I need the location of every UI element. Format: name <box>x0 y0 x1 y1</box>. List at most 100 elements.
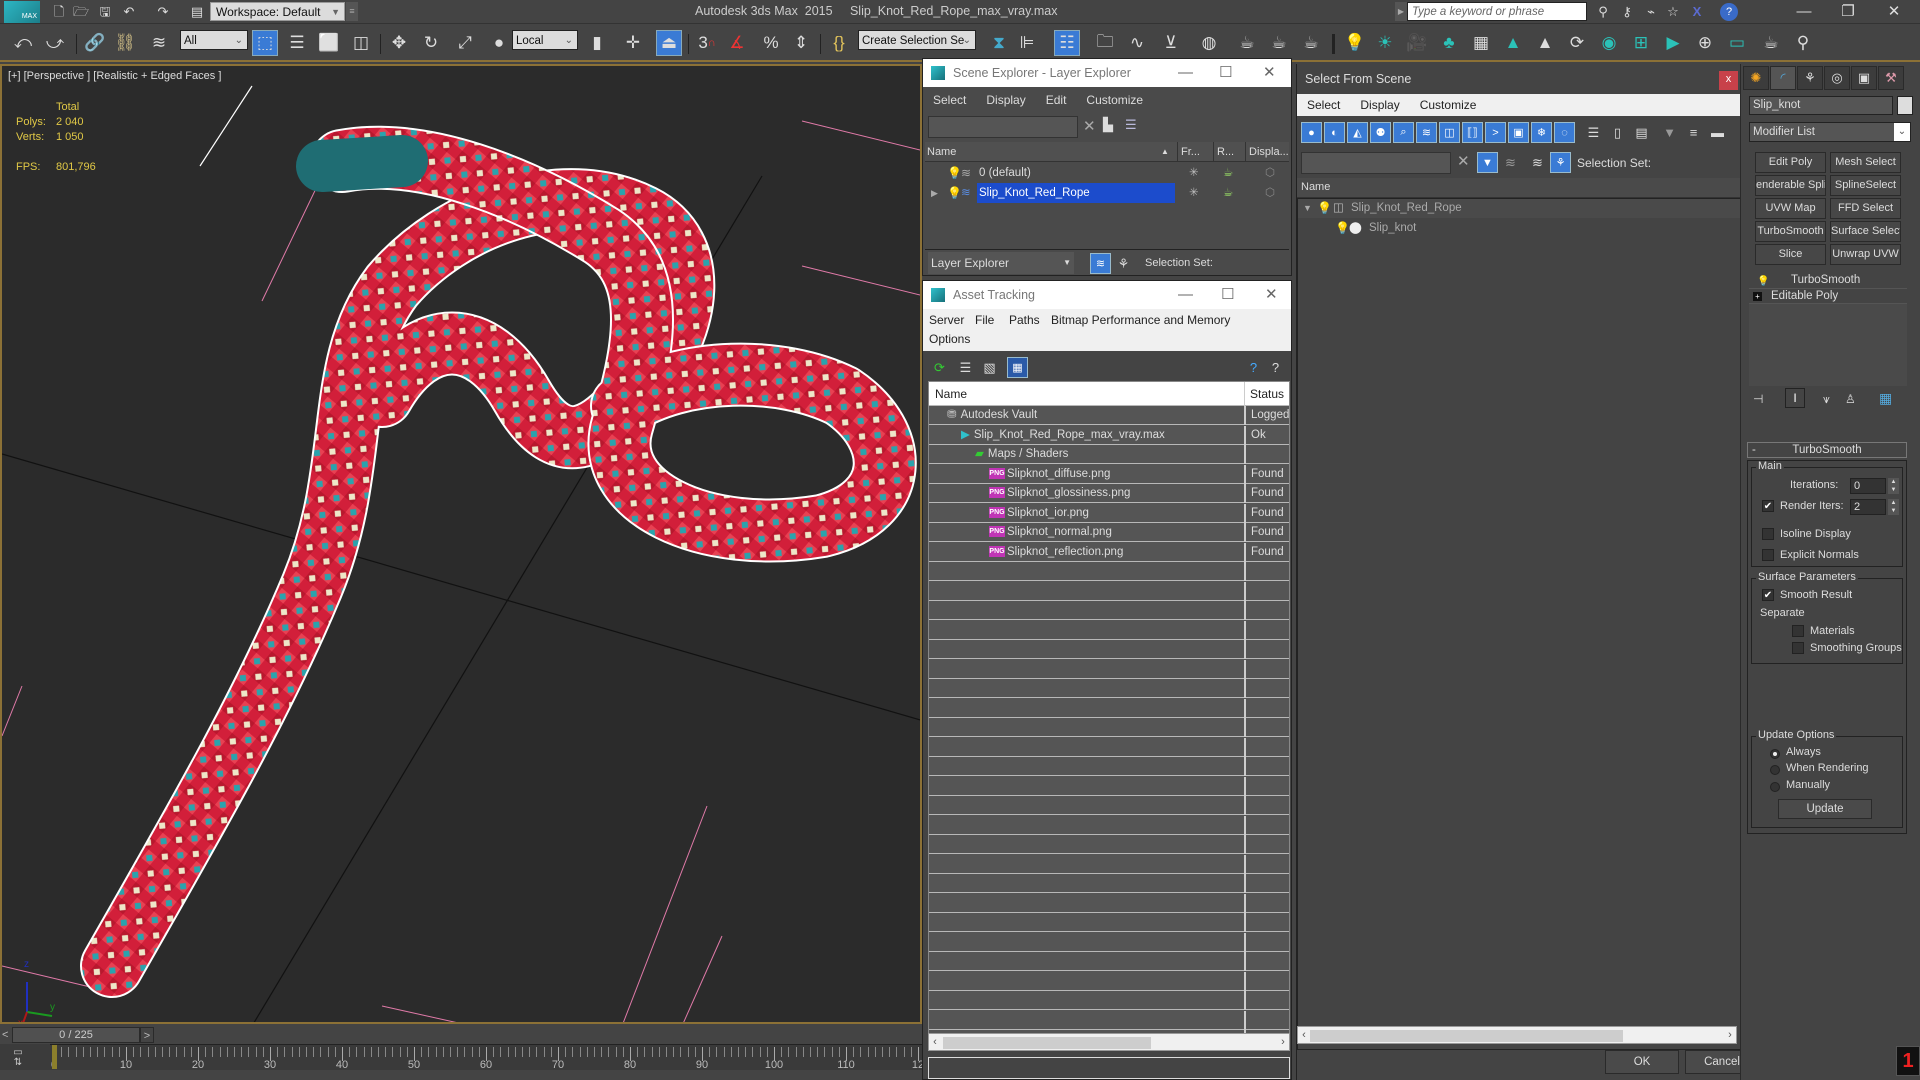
materials-checkbox[interactable] <box>1792 625 1804 637</box>
asset-path-field[interactable] <box>928 1057 1290 1079</box>
expand-arrow-icon[interactable]: ▶ <box>931 183 938 203</box>
radio-manually[interactable] <box>1770 782 1780 792</box>
asset-row[interactable]: ▰ Maps / Shaders <box>929 445 1289 464</box>
modifier-button-edit-poly[interactable]: Edit Poly <box>1755 152 1826 173</box>
modifier-button-splineselect[interactable]: SplineSelect <box>1830 175 1901 196</box>
filter-hidden-icon[interactable]: ◌ <box>1554 122 1575 143</box>
scene-explorer-titlebar[interactable]: Scene Explorer - Layer Explorer — ☐ ✕ <box>923 59 1291 87</box>
light-bulb-icon[interactable]: 💡 <box>947 163 962 183</box>
expand-plus-icon[interactable]: + <box>1753 292 1762 301</box>
layer-row[interactable]: 💡 ≋ 0 (default) ✳ ☕ ⬡ <box>925 163 1289 183</box>
camera-icon[interactable]: 🎥 <box>1404 30 1430 56</box>
rendered-frame-window-button[interactable]: ☕ <box>1266 30 1292 56</box>
menu-display[interactable]: Display <box>976 89 1035 111</box>
exchange-icon[interactable]: X <box>1688 3 1706 21</box>
find-filter-icon[interactable]: ▼ <box>1477 152 1498 173</box>
filter-options-icon[interactable]: ≡ <box>1683 122 1704 143</box>
filter-spacewarps-icon[interactable]: ≋ <box>1416 122 1437 143</box>
angle-snap-button[interactable]: ∡ <box>724 30 750 56</box>
edit-named-selection-button[interactable]: {} <box>826 30 852 56</box>
search-input[interactable]: Type a keyword or phrase <box>1407 2 1587 21</box>
col-render[interactable]: R... <box>1213 142 1245 162</box>
menu-server[interactable]: Server <box>929 313 964 327</box>
selection-filter-dropdown[interactable]: All ⌄ <box>180 30 248 50</box>
modifier-button-surface-select[interactable]: Surface Select <box>1830 221 1901 242</box>
list-view-icon[interactable]: ☰ <box>955 357 976 378</box>
make-unique-icon[interactable]: ⩛ <box>1823 392 1830 407</box>
layer-row[interactable]: ▶ 💡 ≋ Slip_Knot_Red_Rope ✳ ☕ ⬡ <box>925 183 1289 203</box>
filter-cameras-icon[interactable]: ⚉ <box>1370 122 1391 143</box>
stack-item-turbosmooth[interactable]: TurboSmooth <box>1791 274 1860 286</box>
modifier-button-uvw-map[interactable]: UVW Map <box>1755 198 1826 219</box>
rectangular-selection-button[interactable]: ⬜ <box>316 30 342 56</box>
asset-row[interactable]: PNG Slipknot_diffuse.png Found <box>929 464 1289 484</box>
select-scene-titlebar[interactable]: Select From Scene x <box>1297 64 1741 94</box>
freeze-icon[interactable]: ✳ <box>1189 183 1199 203</box>
panel-icon[interactable]: ▭ <box>1724 30 1750 56</box>
viewport-layout-badge[interactable]: 1 <box>1896 1046 1920 1076</box>
restore-button[interactable]: ❐ <box>1826 0 1870 24</box>
pivot-center-button[interactable]: ▮ <box>584 30 610 56</box>
select-by-name-button[interactable]: ☰ <box>284 30 310 56</box>
link-icon[interactable]: 🔗 <box>82 30 108 56</box>
key-icon[interactable]: ⚷ <box>1618 3 1636 21</box>
display-box-icon[interactable]: ⬡ <box>1265 163 1275 183</box>
clear-search-icon[interactable]: ✕ <box>1457 152 1470 170</box>
window-crossing-button[interactable]: ◫ <box>348 30 374 56</box>
named-selection-dropdown[interactable]: Create Selection Se ⌄ <box>858 30 976 50</box>
bind-space-warp-icon[interactable]: ≋ <box>146 30 172 56</box>
help-globe-icon[interactable]: ? <box>1243 357 1264 378</box>
isoline-display-checkbox[interactable] <box>1762 528 1774 540</box>
communication-center-icon[interactable]: ⌁ <box>1642 3 1660 21</box>
iterations-spinner-arrows[interactable]: ▲ ▼ <box>1888 478 1899 494</box>
col-display[interactable]: Displa... <box>1245 142 1289 162</box>
menu-customize[interactable]: Customize <box>1076 89 1153 111</box>
pin-stack-icon[interactable]: ⊣ <box>1753 392 1763 406</box>
new-file-icon[interactable]: 🗋 <box>50 3 68 21</box>
app-menu-button[interactable]: MAX <box>4 1 40 23</box>
show-end-result-icon[interactable]: I <box>1785 388 1805 408</box>
select-scene-search[interactable] <box>1301 152 1451 174</box>
filter-groups-icon[interactable]: ◫ <box>1439 122 1460 143</box>
open-file-icon[interactable]: 🗁 <box>72 3 90 21</box>
menu-file[interactable]: File <box>975 313 994 327</box>
filter-funnel-icon[interactable]: ▼ <box>1659 122 1680 143</box>
snaps-toggle-button[interactable]: 3 ∩ <box>694 30 720 56</box>
render-iters-spinner[interactable]: 2 <box>1850 499 1886 515</box>
tab-display[interactable]: ▣ <box>1851 66 1877 90</box>
light-bulb-icon[interactable]: 💡 <box>1317 198 1332 218</box>
col-status[interactable]: Status <box>1244 382 1289 406</box>
filter-geometry-icon[interactable]: ● <box>1301 122 1322 143</box>
scene-explorer-button[interactable]: 🗀 <box>1092 30 1118 56</box>
sphere-window-icon[interactable]: ◉ <box>1596 30 1622 56</box>
minimize-button[interactable]: — <box>1178 281 1193 309</box>
binoculars-icon[interactable]: ⚲ <box>1594 3 1612 21</box>
hierarchy-mode-icon[interactable]: ⚘ <box>1550 152 1571 173</box>
light-bulb-icon[interactable]: 💡 <box>947 183 962 203</box>
asset-horizontal-scrollbar[interactable]: ‹ › <box>928 1033 1290 1051</box>
render-frame-icon[interactable]: ▶ <box>1660 30 1686 56</box>
menu-customize[interactable]: Customize <box>1410 94 1487 116</box>
collapse-arrow-icon[interactable]: ▼ <box>1303 198 1312 218</box>
explorer-type-dropdown[interactable]: Layer Explorer ▼ <box>928 252 1074 274</box>
close-button[interactable]: ✕ <box>1872 0 1916 24</box>
display-box-icon[interactable]: ⬡ <box>1265 183 1275 203</box>
scale-button[interactable]: ⤢ <box>452 30 478 56</box>
render-iters-spinner-arrows[interactable]: ▲ ▼ <box>1888 499 1899 515</box>
filter-lights-icon[interactable]: ◭ <box>1347 122 1368 143</box>
render-teapot-icon[interactable]: ☕ <box>1223 183 1233 203</box>
viewport-label[interactable]: [+] [Perspective ] [Realistic + Edged Fa… <box>8 70 221 82</box>
smoothing-groups-checkbox[interactable] <box>1792 642 1804 654</box>
filter-icon[interactable]: ▙ <box>1103 117 1113 133</box>
menu-display[interactable]: Display <box>1350 94 1409 116</box>
project-folder-icon[interactable]: ▤ <box>188 3 206 21</box>
select-scene-horizontal-scrollbar[interactable]: ‹ › <box>1297 1026 1737 1044</box>
tree-row[interactable]: ▼ 💡 ◫ Slip_Knot_Red_Rope <box>1297 198 1741 218</box>
asset-row[interactable]: PNG Slipknot_normal.png Found <box>929 523 1289 542</box>
select-invert-icon[interactable]: ▤ <box>1631 122 1652 143</box>
unlink-icon[interactable]: ⛓ <box>112 30 138 56</box>
col-name[interactable]: Name <box>935 382 967 401</box>
close-button[interactable]: ✕ <box>1263 59 1276 87</box>
modifier-button-ffd-select[interactable]: FFD Select <box>1830 198 1901 219</box>
rollout-header-turbosmooth[interactable]: - TurboSmooth <box>1747 442 1907 458</box>
